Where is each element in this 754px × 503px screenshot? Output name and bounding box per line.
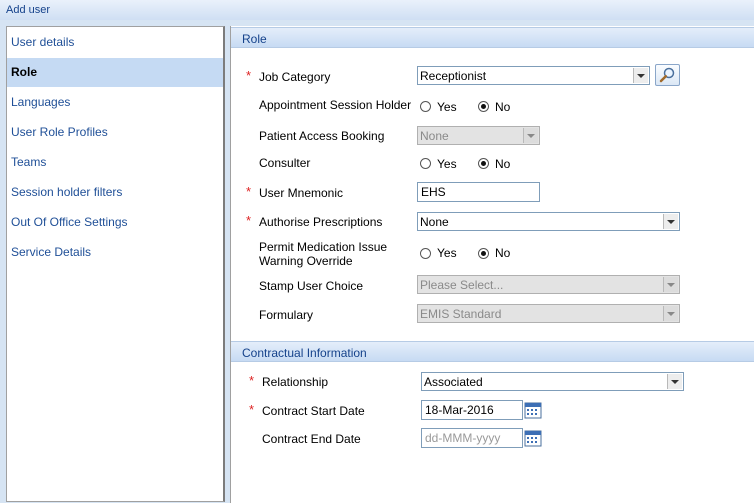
appointment-session-holder-label: Appointment Session Holder [259,98,412,112]
sidebar-item-role[interactable]: Role [7,58,223,87]
contract-start-date-value: 18-Mar-2016 [425,403,494,417]
consulter-label: Consulter [259,156,311,170]
required-marker: * [246,213,252,228]
stamp-user-choice-select[interactable]: Please Select... [417,275,680,294]
role-section-title: Role [242,32,267,46]
authorise-prescriptions-select[interactable]: None [417,212,680,231]
required-marker: * [249,373,255,388]
sidebar-item-teams[interactable]: Teams [7,148,223,177]
permit-medication-label-line1: Permit Medication Issue [259,240,388,254]
required-marker: * [246,184,252,199]
window-titlebar: Add user [0,0,754,21]
required-marker: * [249,402,255,417]
user-mnemonic-value: EHS [421,185,446,199]
relationship-value: Associated [424,375,483,389]
formulary-select[interactable]: EMIS Standard [417,304,680,323]
contract-end-date-input[interactable]: dd-MMM-yyyy [421,428,523,448]
appointment-session-holder-no-label: No [495,100,511,114]
sidebar-item-languages[interactable]: Languages [7,88,223,117]
calendar-icon [524,430,542,447]
main-panel: Role * Job Category Receptionist Appoint… [230,26,754,503]
consulter-no-label: No [495,157,511,171]
formulary-label: Formulary [259,308,314,322]
stamp-user-choice-value: Please Select... [420,278,504,292]
patient-access-booking-value: None [420,129,449,143]
permit-medication-label-line2: Warning Override [259,254,353,268]
authorise-prescriptions-label: Authorise Prescriptions [259,215,383,229]
contract-end-date-label: Contract End Date [262,432,361,446]
contract-end-date-calendar-button[interactable] [524,429,542,447]
chevron-down-icon [523,128,538,143]
contract-start-date-label: Contract Start Date [262,404,365,418]
chevron-down-icon [663,306,678,321]
sidebar-nav: User details Role Languages User Role Pr… [6,26,225,502]
sidebar-item-user-details[interactable]: User details [7,28,223,57]
chevron-down-icon [667,374,682,389]
role-section-header: Role [231,27,754,48]
appointment-session-holder-yes-radio[interactable] [420,101,431,112]
consulter-yes-label: Yes [437,157,457,171]
chevron-down-icon [663,277,678,292]
permit-medication-yes-label: Yes [437,246,457,260]
authorise-prescriptions-value: None [420,215,449,229]
chevron-down-icon [633,68,648,83]
relationship-label: Relationship [262,375,329,389]
calendar-icon [524,402,542,419]
job-category-label: Job Category [259,70,331,84]
relationship-select[interactable]: Associated [421,372,684,391]
job-category-search-button[interactable] [655,64,680,86]
required-marker: * [246,68,252,83]
sidebar-item-service-details[interactable]: Service Details [7,238,223,267]
consulter-no-radio[interactable] [478,158,489,169]
contractual-section-title: Contractual Information [242,346,367,360]
patient-access-booking-label: Patient Access Booking [259,129,385,143]
user-mnemonic-input[interactable]: EHS [417,182,540,202]
contract-start-date-input[interactable]: 18-Mar-2016 [421,400,523,420]
permit-medication-yes-radio[interactable] [420,248,431,259]
consulter-yes-radio[interactable] [420,158,431,169]
sidebar-item-user-role-profiles[interactable]: User Role Profiles [7,118,223,147]
appointment-session-holder-no-radio[interactable] [478,101,489,112]
formulary-value: EMIS Standard [420,307,502,321]
user-mnemonic-label: User Mnemonic [259,186,344,200]
permit-medication-no-radio[interactable] [478,248,489,259]
sidebar-item-session-holder-filters[interactable]: Session holder filters [7,178,223,207]
contract-start-date-calendar-button[interactable] [524,401,542,419]
chevron-down-icon [663,214,678,229]
job-category-value: Receptionist [420,69,487,83]
stamp-user-choice-label: Stamp User Choice [259,279,364,293]
appointment-session-holder-yes-label: Yes [437,100,457,114]
sidebar-item-out-of-office-settings[interactable]: Out Of Office Settings [7,208,223,237]
search-icon [659,67,675,83]
window-title: Add user [6,4,51,16]
contractual-section-header: Contractual Information [231,341,754,362]
job-category-select[interactable]: Receptionist [417,66,650,85]
patient-access-booking-select[interactable]: None [417,126,540,145]
contract-end-date-placeholder: dd-MMM-yyyy [425,431,501,445]
permit-medication-no-label: No [495,246,511,260]
